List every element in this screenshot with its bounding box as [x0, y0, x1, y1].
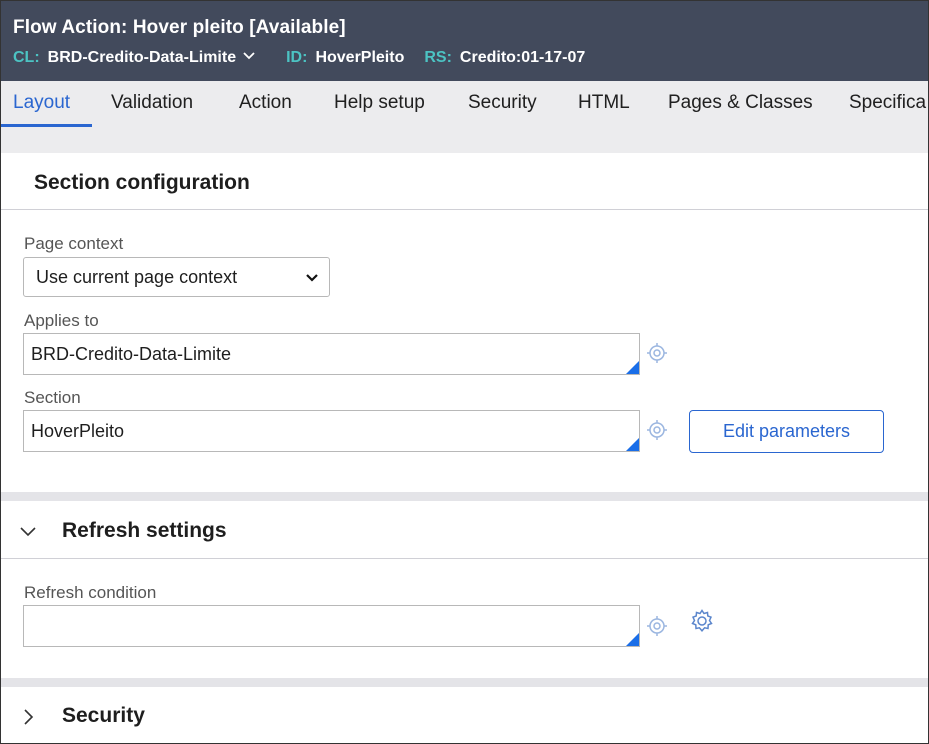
refresh-settings-heading[interactable]: Refresh settings: [62, 519, 227, 543]
page-context-value: Use current page context: [36, 267, 238, 287]
header-bar: Flow Action: Hover pleito [Available] CL…: [1, 1, 928, 81]
autocomplete-corner-marker: [626, 438, 639, 451]
page-context-label: Page context: [24, 234, 124, 253]
gear-icon[interactable]: [689, 608, 715, 634]
chevron-down-icon[interactable]: [19, 522, 37, 540]
section-configuration-heading: Section configuration: [34, 171, 250, 194]
page-title: Flow Action: Hover pleito [Available]: [13, 17, 346, 38]
tab-bar: Layout Validation Action Help setup Secu…: [1, 81, 928, 127]
cl-key: CL:: [13, 49, 40, 66]
tab-layout[interactable]: Layout: [13, 81, 70, 127]
section-separator: [1, 492, 928, 501]
security-heading[interactable]: Security: [62, 704, 145, 728]
crosshair-target-icon[interactable]: [646, 615, 668, 637]
tab-help-setup[interactable]: Help setup: [334, 81, 425, 127]
rs-value: Credito:01-17-07: [459, 49, 586, 66]
refresh-condition-field[interactable]: [23, 605, 640, 647]
chevron-down-icon[interactable]: [242, 49, 256, 63]
applies-to-value: BRD-Credito-Data-Limite: [31, 344, 232, 364]
crosshair-target-icon[interactable]: [646, 342, 668, 364]
refresh-condition-label: Refresh condition: [24, 583, 157, 602]
divider: [1, 209, 928, 210]
applies-to-label: Applies to: [24, 311, 99, 330]
tab-html[interactable]: HTML: [578, 81, 630, 127]
applies-to-field[interactable]: BRD-Credito-Data-Limite: [23, 333, 640, 375]
autocomplete-corner-marker: [626, 361, 639, 374]
id-value: HoverPleito: [315, 49, 405, 66]
section-field[interactable]: HoverPleito: [23, 410, 640, 452]
tab-pages-classes[interactable]: Pages & Classes: [668, 81, 813, 127]
flow-action-window: Flow Action: Hover pleito [Available] CL…: [0, 0, 929, 744]
chevron-right-icon[interactable]: [19, 708, 37, 726]
tab-validation[interactable]: Validation: [111, 81, 193, 127]
id-key: ID:: [286, 49, 308, 66]
edit-parameters-button[interactable]: Edit parameters: [689, 410, 884, 453]
tab-action[interactable]: Action: [239, 81, 292, 127]
cl-value[interactable]: BRD-Credito-Data-Limite: [48, 49, 236, 67]
rule-meta: CL: BRD-Credito-Data-Limite ID: HoverPle…: [13, 49, 585, 67]
tab-specifications[interactable]: Specifica: [849, 81, 926, 127]
section-label: Section: [24, 388, 81, 407]
rs-key: RS:: [424, 49, 452, 66]
autocomplete-corner-marker: [626, 633, 639, 646]
section-separator: [1, 678, 928, 687]
tab-content-gap: [1, 127, 928, 153]
section-value: HoverPleito: [31, 421, 125, 441]
page-context-select[interactable]: Use current page context: [23, 257, 330, 297]
crosshair-target-icon[interactable]: [646, 419, 668, 441]
tab-security[interactable]: Security: [468, 81, 537, 127]
chevron-down-icon: [306, 274, 318, 282]
divider: [1, 558, 928, 559]
